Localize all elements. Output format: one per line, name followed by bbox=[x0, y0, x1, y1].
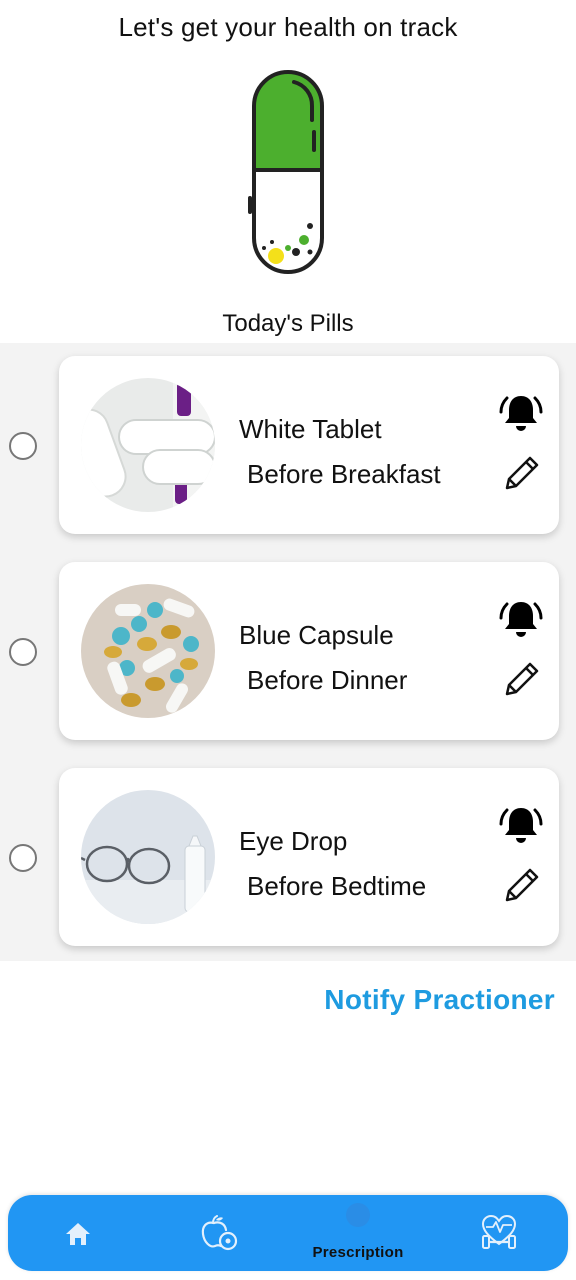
apple-clock-icon bbox=[201, 1215, 238, 1251]
pill-radio-button[interactable] bbox=[9, 638, 37, 666]
pill-card[interactable]: Eye Drop Before Bedtime bbox=[59, 768, 559, 946]
pill-time: Before Dinner bbox=[247, 665, 408, 695]
bottom-navigation-bar: Prescription bbox=[8, 1195, 568, 1271]
pill-row: White Tablet Before Breakfast bbox=[0, 343, 576, 549]
header-title: Let's get your health on track bbox=[118, 12, 458, 42]
nav-prescription[interactable]: Prescription bbox=[298, 1195, 418, 1271]
pill-image bbox=[81, 584, 215, 718]
home-icon bbox=[66, 1223, 90, 1245]
bell-icon[interactable] bbox=[499, 390, 543, 434]
pill-name: Blue Capsule bbox=[239, 620, 394, 650]
pill-row: Eye Drop Before Bedtime bbox=[0, 755, 576, 961]
pill-time: Before Bedtime bbox=[247, 871, 427, 901]
section-title: Today's Pills bbox=[222, 310, 354, 337]
pill-card[interactable]: White Tablet Before Breakfast bbox=[59, 356, 559, 534]
pill-radio-button[interactable] bbox=[9, 844, 37, 872]
edit-pencil-icon[interactable] bbox=[501, 452, 543, 494]
pill-card[interactable]: Blue Capsule Before Dinner bbox=[59, 562, 559, 740]
edit-pencil-icon[interactable] bbox=[501, 658, 543, 700]
pill-radio-button[interactable] bbox=[9, 432, 37, 460]
notify-practitioner-link[interactable]: Notify Practioner bbox=[324, 984, 555, 1016]
pill-image bbox=[81, 790, 215, 924]
pill-row: Blue Capsule Before Dinner bbox=[0, 549, 576, 755]
heart-dumbbell-icon bbox=[481, 1214, 517, 1249]
pill-name: Eye Drop bbox=[239, 826, 348, 856]
prescription-icon bbox=[346, 1203, 370, 1227]
nav-diet[interactable] bbox=[188, 1195, 258, 1271]
bell-icon[interactable] bbox=[499, 596, 543, 640]
bell-icon[interactable] bbox=[499, 802, 543, 846]
nav-home[interactable] bbox=[48, 1195, 108, 1271]
pill-image bbox=[81, 378, 215, 512]
pill-name: White Tablet bbox=[239, 414, 382, 444]
nav-prescription-label: Prescription bbox=[312, 1244, 404, 1261]
pill-time: Before Breakfast bbox=[247, 459, 441, 489]
capsule-illustration bbox=[248, 70, 324, 274]
nav-fitness[interactable] bbox=[468, 1195, 538, 1271]
edit-pencil-icon[interactable] bbox=[501, 864, 543, 906]
